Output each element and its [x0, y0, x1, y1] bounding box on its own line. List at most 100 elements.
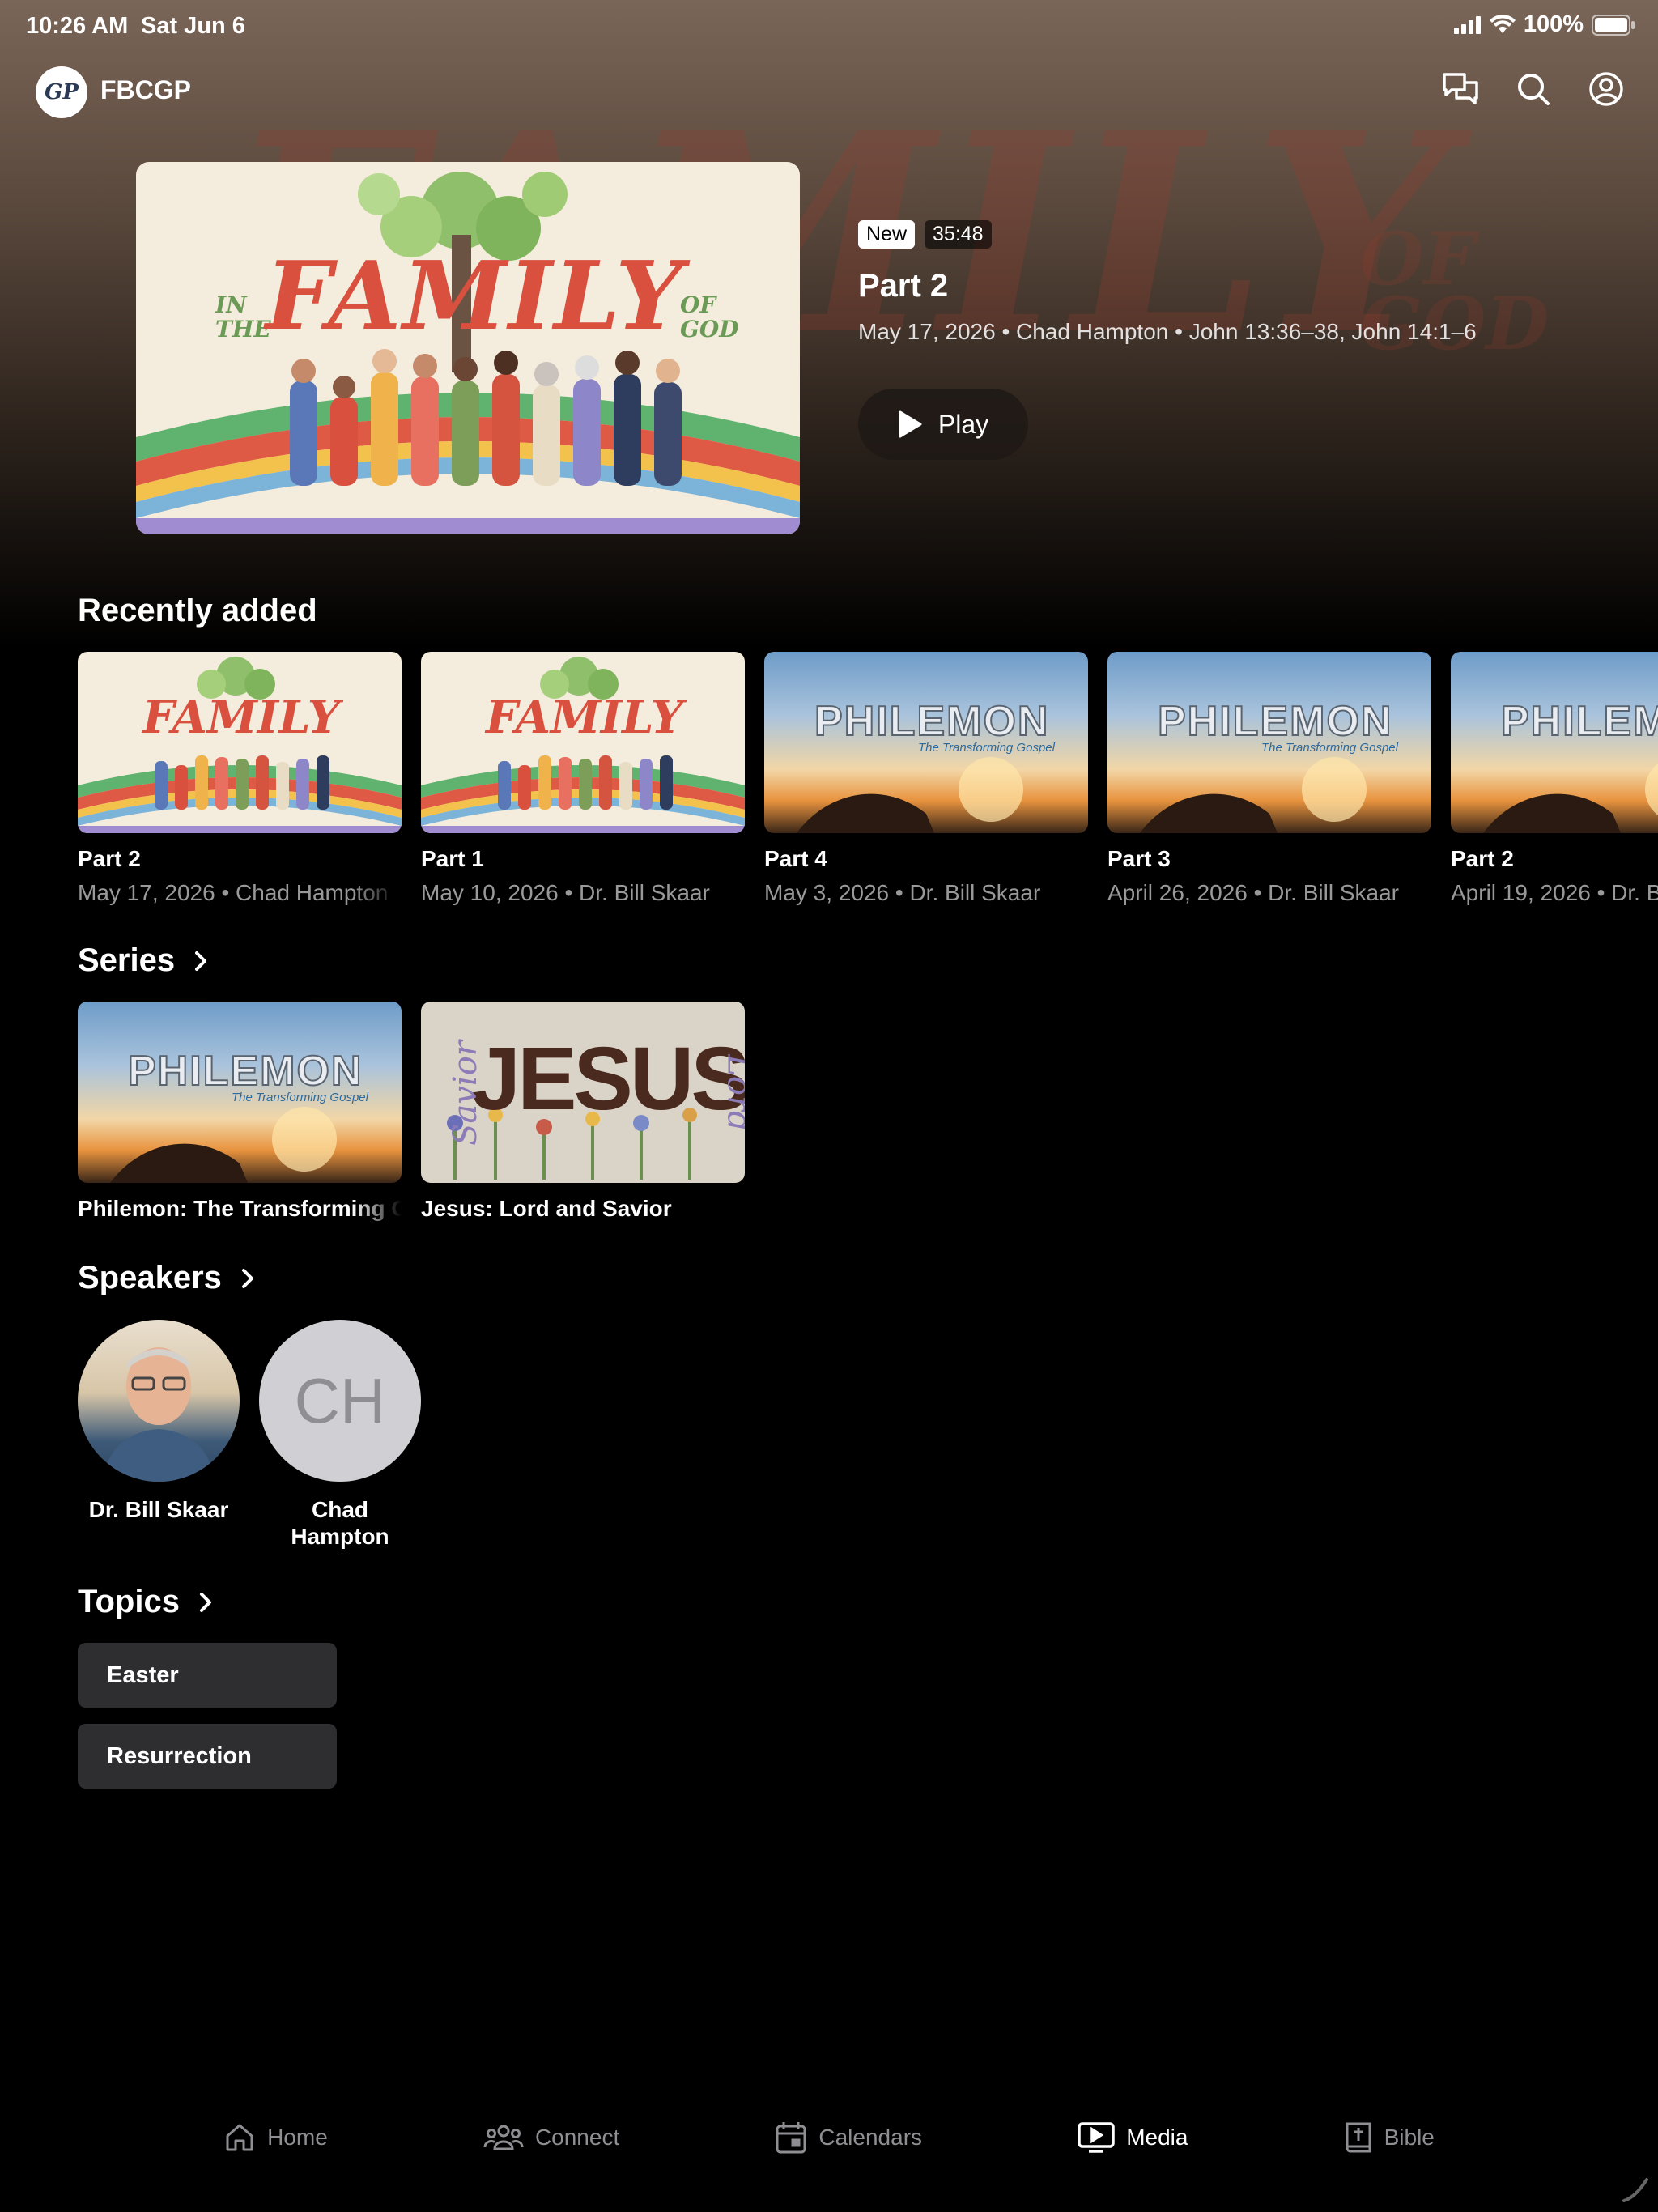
status-indicators: 100% — [1453, 11, 1635, 38]
series-card[interactable]: PHILEMON The Transforming Gospel Philemo… — [78, 1002, 402, 1222]
series-card-title: Jesus: Lord and Savior — [421, 1196, 672, 1221]
tab-connect[interactable]: Connect — [483, 2097, 619, 2178]
series-heading[interactable]: Series — [78, 942, 207, 979]
battery-icon — [1592, 14, 1635, 36]
topic-chip-easter[interactable]: Easter — [78, 1643, 337, 1708]
scroll-resize-handle-icon — [1622, 2178, 1648, 2202]
status-bar: 10:26 AM Sat Jun 6 100% — [0, 0, 1658, 52]
home-icon — [226, 2124, 253, 2151]
recent-card[interactable]: FAMILY Part 1 May 10, 2026 • Dr. Bill Sk… — [421, 652, 745, 906]
app-logo[interactable]: GP — [36, 66, 87, 118]
speaker-card[interactable]: Dr. Bill Skaar — [78, 1320, 240, 1523]
people-icon — [483, 2125, 524, 2150]
tab-bar: Home Connect Calendars Media Bible — [0, 2097, 1658, 2186]
top-actions — [1441, 70, 1626, 108]
recent-card-title: Part 1 — [421, 846, 484, 871]
hero-art-family: FAMILY — [266, 241, 685, 351]
tab-media[interactable]: Media — [1078, 2097, 1188, 2178]
chevron-right-icon — [195, 951, 207, 971]
tab-connect-label: Connect — [534, 2125, 620, 2150]
philemon-title: PHILEMON — [1500, 697, 1658, 746]
tab-home-label: Home — [267, 2125, 328, 2150]
play-icon — [899, 410, 922, 438]
hero-art-in-the: IN THE — [215, 291, 271, 342]
chat-bubbles-icon — [1443, 73, 1478, 104]
tab-bible-label: Bible — [1384, 2125, 1435, 2150]
topics-title: Topics — [78, 1584, 180, 1619]
philemon-subtitle: The Transforming Gospel — [1261, 741, 1398, 755]
recent-card-meta: April 19, 2026 • Dr. Bill Skaar — [1451, 880, 1658, 905]
recent-card-title: Part 2 — [78, 846, 141, 871]
status-time: 10:26 AM — [26, 13, 129, 39]
recent-card-meta: May 3, 2026 • Dr. Bill Skaar — [764, 880, 1041, 905]
lord-word: Lord — [720, 1054, 745, 1132]
philemon-subtitle: The Transforming Gospel — [232, 1091, 368, 1104]
hero-badges: New 35:48 — [858, 220, 1619, 249]
series-card-thumbnail: JESUS Savior Lord — [421, 1002, 745, 1183]
hero-artwork[interactable]: IN THE FAMILY OF GOD — [136, 162, 800, 534]
tab-calendars[interactable]: Calendars — [775, 2097, 922, 2178]
speaker-name: Dr. Bill Skaar — [88, 1497, 229, 1522]
messages-button[interactable] — [1441, 70, 1480, 108]
hero-info: New 35:48 Part 2 May 17, 2026 • Chad Ham… — [858, 220, 1619, 460]
speaker-name: Chad Hampton — [291, 1497, 389, 1549]
recent-card-thumbnail: FAMILY — [78, 652, 402, 833]
play-label: Play — [937, 409, 989, 439]
recent-card-thumbnail: PHILEMON — [1451, 652, 1658, 833]
series-row: PHILEMON The Transforming Gospel Philemo… — [78, 1002, 745, 1222]
philemon-title: PHILEMON — [814, 697, 1050, 746]
status-date: Sat Jun 6 — [141, 13, 245, 39]
recent-card[interactable]: PHILEMON The Transforming Gospel Part 4 … — [764, 652, 1088, 906]
speaker-avatar-photo — [78, 1320, 240, 1482]
recent-art-family: FAMILY — [142, 691, 340, 744]
jesus-title: JESUS — [471, 1029, 745, 1129]
recently-added-title: Recently added — [78, 593, 317, 628]
series-title: Series — [78, 942, 176, 978]
hero-title: Part 2 — [858, 268, 949, 304]
topic-chip-resurrection[interactable]: Resurrection — [78, 1724, 337, 1789]
search-icon — [1518, 74, 1550, 105]
chevron-right-icon — [199, 1592, 211, 1612]
app-name: FBCGP — [100, 75, 191, 104]
account-icon — [1589, 72, 1623, 106]
recent-card-title: Part 2 — [1451, 846, 1514, 871]
series-card[interactable]: JESUS Savior Lord Jesus: Lord and Savior — [421, 1002, 745, 1222]
new-badge: New — [858, 220, 916, 249]
speaker-initials: CH — [294, 1364, 386, 1436]
recent-card-thumbnail: FAMILY — [421, 652, 745, 833]
recent-card-thumbnail: PHILEMON The Transforming Gospel — [764, 652, 1088, 833]
person-photo-icon — [102, 1347, 215, 1482]
speaker-card[interactable]: CH Chad Hampton — [259, 1320, 421, 1550]
recent-card-title: Part 3 — [1107, 846, 1171, 871]
profile-button[interactable] — [1587, 70, 1626, 108]
philemon-title: PHILEMON — [127, 1047, 363, 1095]
philemon-title: PHILEMON — [1157, 697, 1393, 746]
speakers-heading[interactable]: Speakers — [78, 1260, 254, 1296]
chevron-right-icon — [241, 1268, 253, 1288]
tab-media-label: Media — [1126, 2125, 1188, 2150]
app-logo-mark: GP — [45, 80, 79, 104]
recently-added-row: FAMILY Part 2 May 17, 2026 • Chad Hampto… — [78, 652, 1658, 906]
tab-home[interactable]: Home — [223, 2097, 328, 2178]
tab-calendars-label: Calendars — [818, 2125, 923, 2150]
topics-heading[interactable]: Topics — [78, 1584, 212, 1620]
recent-card-meta: May 17, 2026 • Chad Hampton — [78, 880, 389, 905]
speaker-avatar-initials: CH — [259, 1320, 421, 1482]
series-card-title: Philemon: The Transforming Gospel — [78, 1196, 402, 1221]
play-button[interactable]: Play — [858, 389, 1028, 460]
philemon-subtitle: The Transforming Gospel — [918, 741, 1055, 755]
wifi-icon — [1489, 15, 1516, 33]
recent-card[interactable]: FAMILY Part 2 May 17, 2026 • Chad Hampto… — [78, 652, 402, 906]
recent-card-title: Part 4 — [764, 846, 827, 871]
recent-card[interactable]: PHILEMON Part 2 April 19, 2026 • Dr. Bil… — [1451, 652, 1658, 906]
recent-card[interactable]: PHILEMON The Transforming Gospel Part 3 … — [1107, 652, 1431, 906]
series-card-thumbnail: PHILEMON The Transforming Gospel — [78, 1002, 402, 1183]
duration-badge: 35:48 — [925, 220, 992, 249]
calendar-icon — [776, 2122, 806, 2154]
recent-card-thumbnail: PHILEMON The Transforming Gospel — [1107, 652, 1431, 833]
bible-icon — [1346, 2122, 1371, 2153]
hero-art-of-god: OF GOD — [680, 291, 739, 342]
tab-bible[interactable]: Bible — [1344, 2097, 1435, 2178]
search-button[interactable] — [1514, 70, 1553, 108]
family-of-god-artwork: IN THE FAMILY OF GOD — [136, 162, 800, 534]
